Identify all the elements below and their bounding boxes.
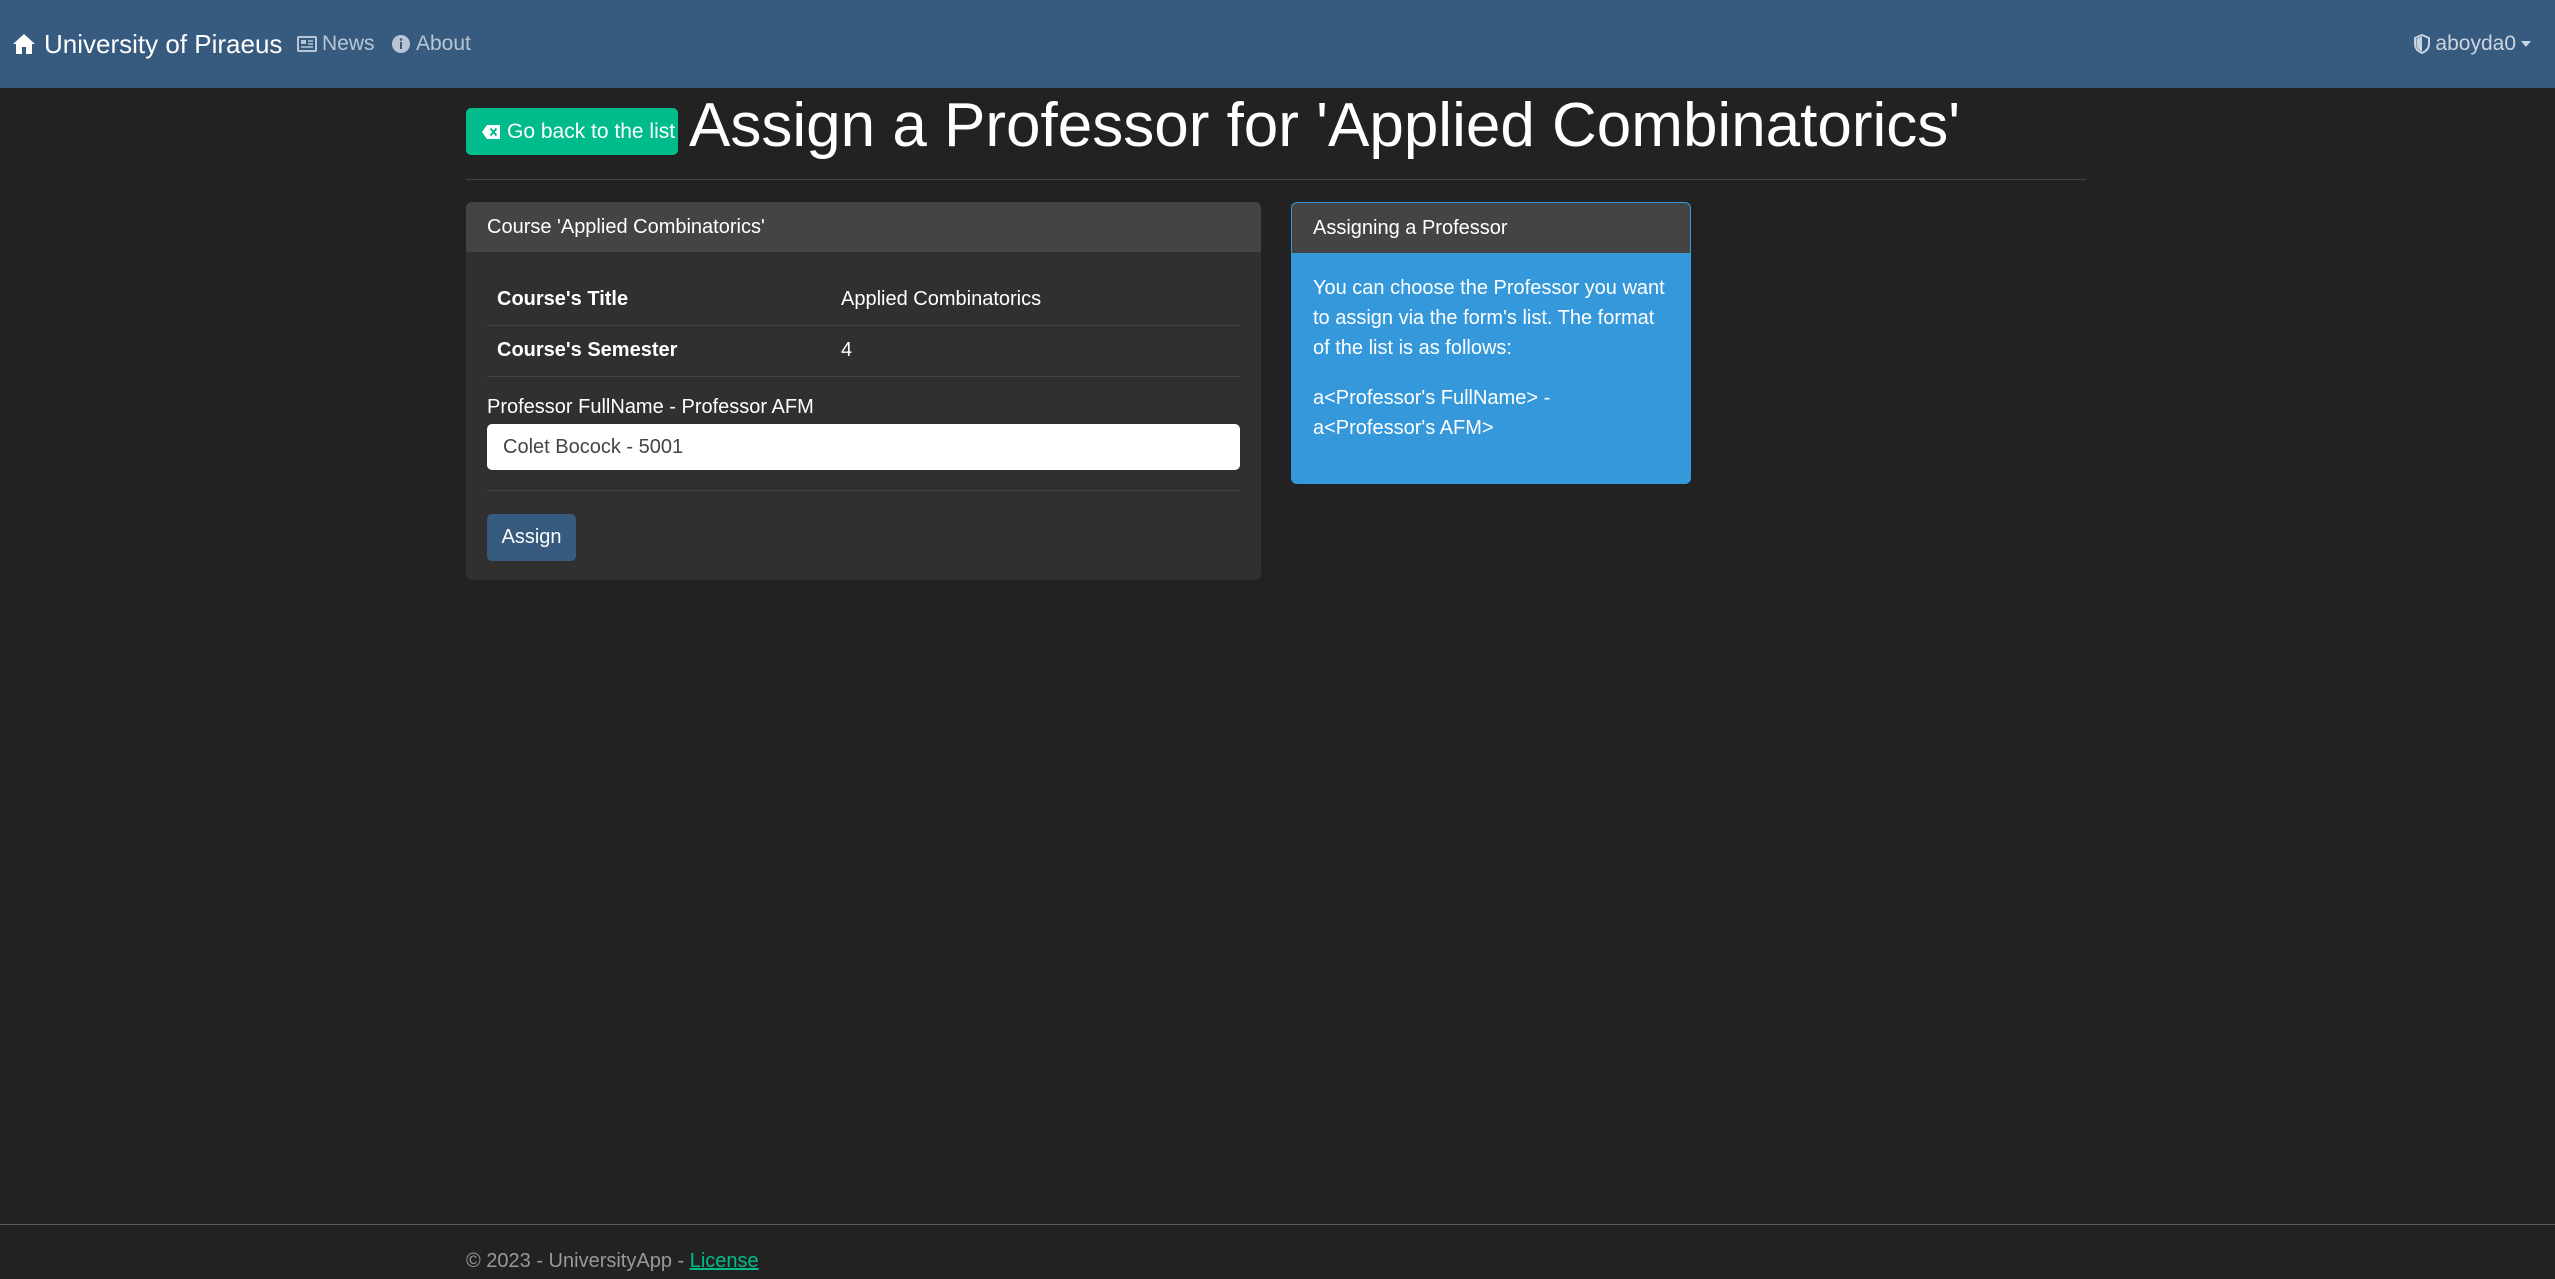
user-name: aboyda0 (2435, 32, 2516, 55)
back-to-list-button[interactable]: Go back to the list (466, 108, 678, 155)
help-card-header: Assigning a Professor (1292, 203, 1690, 253)
course-title-label: Course's Title (487, 274, 831, 326)
chevron-down-icon (2521, 41, 2531, 47)
top-navbar: University of Piraeus News About aboyda0 (0, 0, 2555, 88)
nav-about-label: About (416, 32, 471, 55)
info-icon (392, 35, 410, 53)
course-info-table: Course's Title Applied Combinatorics Cou… (487, 274, 1240, 377)
brand-link[interactable]: University of Piraeus (12, 0, 282, 88)
form-divider (487, 490, 1240, 491)
nav-news[interactable]: News (297, 0, 375, 88)
page-title: Assign a Professor for 'Applied Combinat… (689, 91, 1961, 160)
newspaper-icon (297, 36, 317, 52)
course-semester-label: Course's Semester (487, 325, 831, 377)
course-title-value: Applied Combinatorics (831, 274, 1240, 326)
nav-news-label: News (322, 32, 375, 55)
home-icon (13, 34, 35, 54)
user-dropdown[interactable]: aboyda0 (2413, 0, 2531, 88)
help-paragraph: You can choose the Professor you want to… (1313, 277, 1665, 359)
back-button-label: Go back to the list (507, 119, 676, 143)
backspace-icon (482, 124, 500, 139)
assign-button[interactable]: Assign (487, 514, 576, 561)
table-row: Course's Title Applied Combinatorics (487, 274, 1240, 326)
title-divider (466, 179, 2086, 180)
help-card: Assigning a Professor You can choose the… (1291, 202, 1691, 484)
license-link[interactable]: License (690, 1250, 759, 1272)
nav-about[interactable]: About (391, 0, 471, 88)
help-card-body: You can choose the Professor you want to… (1292, 253, 1690, 443)
table-row: Course's Semester 4 (487, 325, 1240, 377)
footer-text: © 2023 - UniversityApp - (466, 1250, 690, 1272)
brand-label: University of Piraeus (44, 28, 283, 59)
course-card: Course 'Applied Combinatorics' Course's … (466, 202, 1261, 580)
course-card-header: Course 'Applied Combinatorics' (466, 202, 1261, 252)
help-format: a<Professor's FullName> - a<Professor's … (1313, 387, 1551, 439)
course-semester-value: 4 (831, 325, 1240, 377)
footer: © 2023 - UniversityApp - License (466, 1250, 759, 1273)
footer-divider (0, 1224, 2555, 1225)
shield-icon (2414, 34, 2431, 54)
professor-field-label: Professor FullName - Professor AFM (487, 396, 814, 418)
professor-select[interactable]: Colet Bocock - 5001 (487, 424, 1240, 470)
